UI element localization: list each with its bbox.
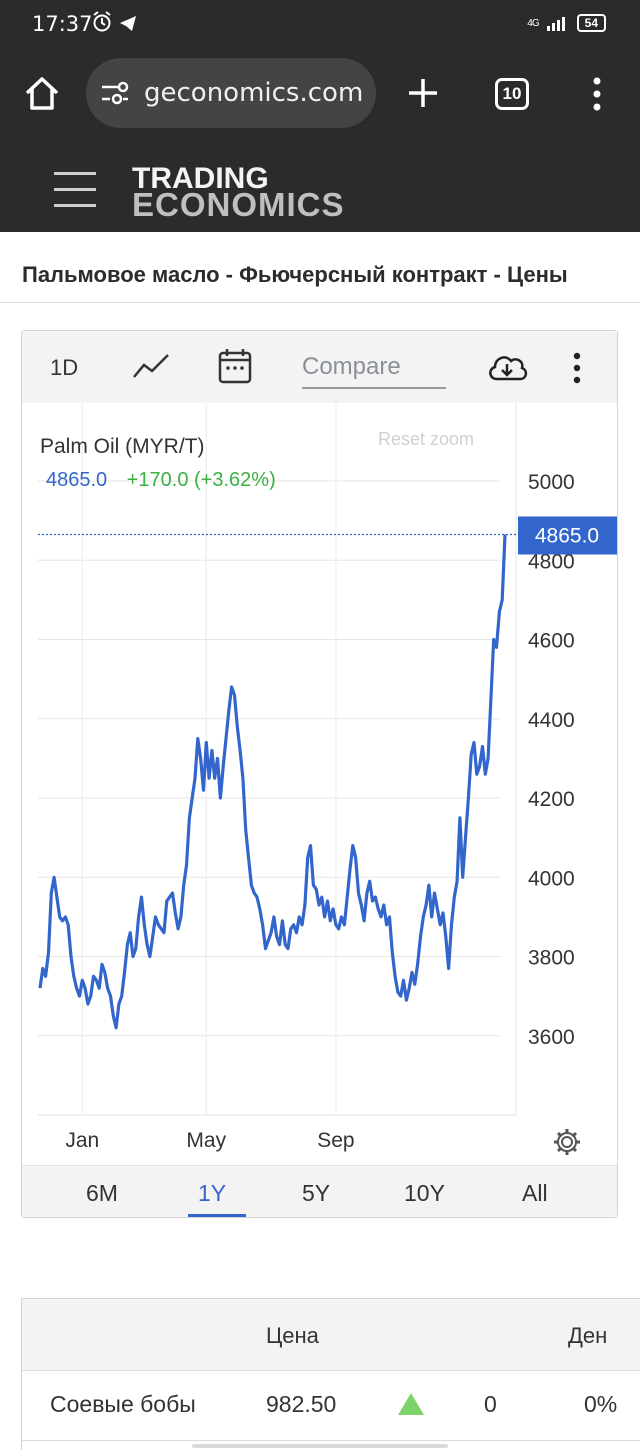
price-chart[interactable]: 36003800400042004400460048005000Jan May Se…: [22, 403, 617, 1167]
gesture-bar: [192, 1444, 448, 1448]
commodities-table: Цена Ден Соевые бобы 982.50 0 0%: [21, 1298, 640, 1450]
logo-line2: ECONOMICS: [132, 186, 345, 223]
range-6m-button[interactable]: 6M: [86, 1180, 118, 1207]
tab-switcher-button[interactable]: 10: [495, 78, 529, 110]
download-icon[interactable]: [486, 351, 528, 383]
alarm-icon: [93, 11, 136, 32]
x-tick-label: Sep: [317, 1129, 354, 1152]
status-right: 4G 54: [527, 14, 606, 32]
legend-value: 4865.0: [46, 469, 108, 491]
battery-level: 54: [576, 14, 606, 32]
y-tick-label: 4400: [528, 709, 575, 732]
row-price: 982.50: [266, 1391, 337, 1417]
y-tick-label: 4200: [528, 788, 575, 811]
alarm-telegram-icons: [92, 11, 140, 41]
range-all-button[interactable]: All: [522, 1180, 548, 1207]
x-tick-label: Jan: [65, 1129, 99, 1152]
y-tick-label: 5000: [528, 471, 575, 494]
up-arrow-icon: [398, 1393, 424, 1415]
legend-change: +170.0 (+3.62%): [126, 469, 276, 491]
hamburger-menu-icon[interactable]: [54, 172, 96, 208]
x-tick-label: May: [186, 1129, 226, 1152]
table-header: Цена Ден: [22, 1299, 640, 1371]
header-day: Ден: [568, 1323, 608, 1348]
table-row[interactable]: Соевые бобы 982.50 0 0%: [22, 1371, 640, 1441]
row-percent: 0%: [584, 1391, 618, 1417]
plot-area[interactable]: 3600 3800 4000 4200 4400 4600 4800 5000 Jan May Se…: [22, 403, 617, 1167]
network-label: 4G: [527, 17, 539, 29]
url-bar[interactable]: geconomics.com: [86, 58, 376, 128]
y-tick-label: 3800: [528, 947, 575, 970]
range-10y-button[interactable]: 10Y: [404, 1180, 445, 1207]
current-value-label: 4865.0: [535, 524, 599, 547]
chart-legend-values: 4865.0 +170.0 (+3.62%): [46, 469, 276, 492]
status-time: 17:37: [32, 12, 93, 36]
y-tick-label: 4000: [528, 867, 575, 890]
signal-icon: [546, 17, 565, 31]
new-tab-icon[interactable]: [406, 76, 440, 110]
reset-zoom-button[interactable]: Reset zoom: [378, 429, 474, 450]
row-name[interactable]: Соевые бобы: [50, 1391, 196, 1418]
compare-input[interactable]: Compare: [302, 353, 446, 389]
range-1y-button[interactable]: 1Y: [198, 1180, 226, 1207]
y-tick-label: 3600: [528, 1026, 575, 1049]
site-settings-icon[interactable]: [100, 80, 130, 108]
range-active-indicator: [188, 1214, 246, 1217]
browser-menu-icon[interactable]: [590, 76, 604, 112]
row-change: 0: [484, 1391, 497, 1417]
site-logo[interactable]: TRADING ECONOMICS: [132, 164, 345, 223]
chart-card: 1D Compare 3600 3800 4000 4200 4400 4600 4800 5…: [21, 330, 618, 1218]
header-price: Цена: [266, 1323, 319, 1348]
chart-settings-gear-icon[interactable]: [552, 1127, 582, 1157]
page-title-bar: Пальмовое масло - Фьючерсный контракт - …: [0, 232, 640, 303]
chart-more-icon[interactable]: [571, 351, 583, 385]
url-text: geconomics.com: [144, 78, 364, 108]
page-title: Пальмовое масло - Фьючерсный контракт - …: [22, 262, 568, 287]
chart-type-icon[interactable]: [132, 351, 170, 381]
site-header: TRADING ECONOMICS: [0, 142, 640, 232]
chart-series-title: Palm Oil (MYR/T): [40, 435, 205, 458]
browser-toolbar: geconomics.com 10: [0, 50, 640, 142]
y-tick-label: 4600: [528, 630, 575, 653]
price-series-line: [38, 534, 507, 1030]
chart-toolbar: 1D Compare: [22, 331, 617, 403]
home-icon[interactable]: [22, 74, 62, 114]
interval-button[interactable]: 1D: [50, 355, 78, 381]
range-selector: 6M 1Y 5Y 10Y All: [22, 1165, 617, 1217]
status-bar: 17:37 4G 54: [0, 0, 640, 50]
range-5y-button[interactable]: 5Y: [302, 1180, 330, 1207]
calendar-icon[interactable]: [218, 348, 252, 384]
